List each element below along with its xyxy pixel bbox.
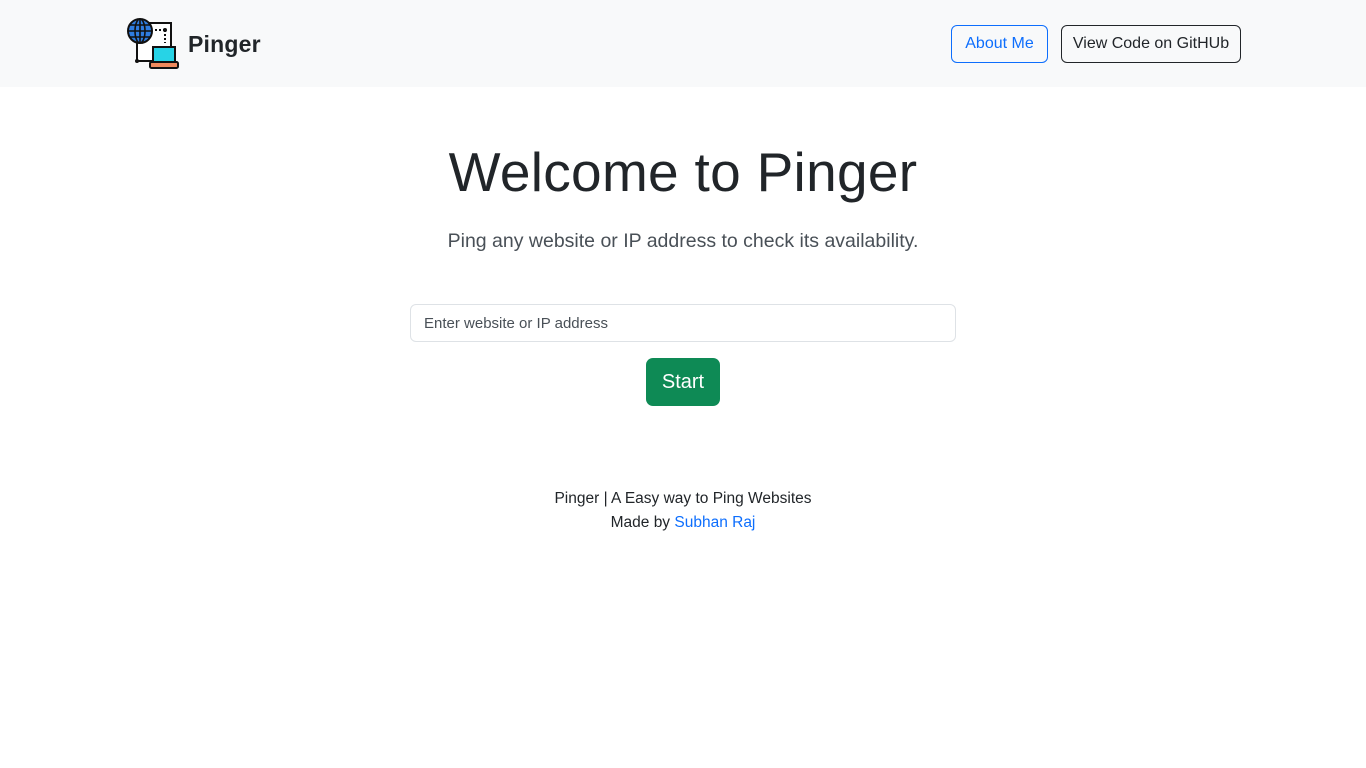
- footer-credit: Made by Subhan Raj: [0, 511, 1366, 535]
- author-link[interactable]: Subhan Raj: [674, 514, 755, 531]
- footer-tagline: Pinger | A Easy way to Ping Websites: [554, 490, 812, 507]
- navbar: Pinger About Me View Code on GitHUb: [0, 0, 1366, 87]
- page-subtitle: Ping any website or IP address to check …: [447, 230, 919, 252]
- page-title: Welcome to Pinger: [448, 141, 918, 203]
- brand-link[interactable]: Pinger: [125, 16, 261, 72]
- view-code-github-button[interactable]: View Code on GitHUb: [1061, 25, 1241, 63]
- footer: Pinger | A Easy way to Ping Websites Mad…: [0, 487, 1366, 535]
- brand-name: Pinger: [188, 30, 261, 57]
- network-computer-icon: [127, 18, 179, 69]
- footer-made-by-text: Made by: [610, 514, 675, 531]
- start-button[interactable]: Start: [646, 358, 720, 406]
- website-ip-input[interactable]: [410, 304, 956, 342]
- about-me-button[interactable]: About Me: [951, 25, 1048, 63]
